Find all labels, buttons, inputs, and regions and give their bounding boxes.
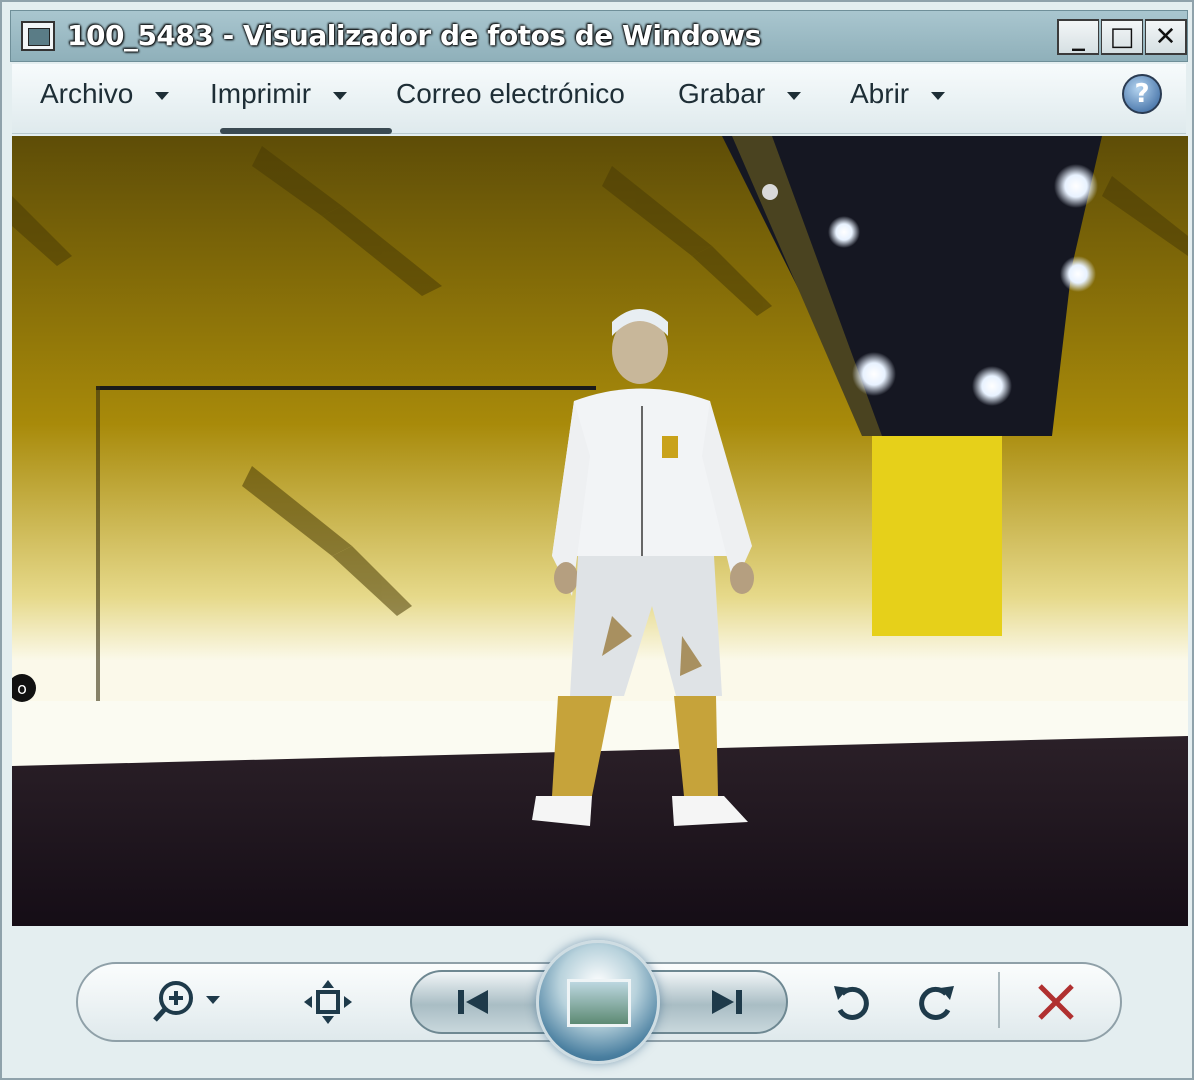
actual-size-icon [304,980,352,1024]
photo-viewer-window: 100_5483 - Visualizador de fotos de Wind… [0,0,1194,1080]
maximize-icon: □ [1109,22,1135,52]
menu-abrir-label: Abrir [850,78,910,109]
title-bar[interactable]: 100_5483 - Visualizador de fotos de Wind… [10,10,1188,62]
menu-archivo-label: Archivo [40,78,134,109]
close-button[interactable]: ✕ [1145,19,1187,55]
rotate-clockwise-icon [919,986,954,1020]
app-icon [21,21,55,51]
previous-icon [458,990,488,1014]
zoom-icon [153,981,220,1022]
bottom-toolbar [12,932,1186,1072]
minimize-icon: _ [1072,22,1085,52]
delete-button[interactable] [1032,978,1080,1026]
maximize-button[interactable]: □ [1101,19,1143,55]
menu-grabar[interactable]: Grabar [678,78,802,110]
photo-scene: o [12,136,1188,926]
displayed-photo: o [12,136,1188,926]
actual-size-button[interactable] [302,978,354,1026]
window-title: 100_5483 - Visualizador de fotos de Wind… [67,19,761,52]
help-icon: ? [1134,79,1150,109]
chevron-down-icon [931,91,946,100]
menu-bar: Archivo Imprimir Correo electrónico Grab… [12,64,1186,134]
previous-button[interactable] [448,984,500,1020]
chevron-down-icon [155,91,170,100]
chevron-down-icon [333,91,348,100]
minimize-button[interactable]: _ [1057,19,1099,55]
menu-archivo[interactable]: Archivo [40,78,170,110]
chevron-down-icon [787,91,802,100]
left-edge-icon: o [17,679,27,698]
rotate-clockwise-button[interactable] [912,978,960,1026]
zoom-button[interactable] [150,978,230,1026]
rotate-counterclockwise-button[interactable] [828,978,876,1026]
close-icon: ✕ [1154,22,1177,52]
menu-active-indicator [220,128,392,134]
menu-grabar-label: Grabar [678,78,766,109]
menu-imprimir-label: Imprimir [210,78,312,109]
menu-correo[interactable]: Correo electrónico [396,78,625,110]
help-button[interactable]: ? [1122,74,1162,114]
menu-imprimir[interactable]: Imprimir [210,78,348,110]
slideshow-button[interactable] [536,940,660,1064]
toolbar-divider [998,972,1000,1028]
next-button[interactable] [700,984,752,1020]
menu-correo-label: Correo electrónico [396,78,625,109]
delete-icon [1038,984,1074,1020]
next-icon [712,990,742,1014]
slideshow-icon [567,979,631,1027]
rotate-counterclockwise-icon [834,986,869,1020]
menu-abrir[interactable]: Abrir [850,78,946,110]
